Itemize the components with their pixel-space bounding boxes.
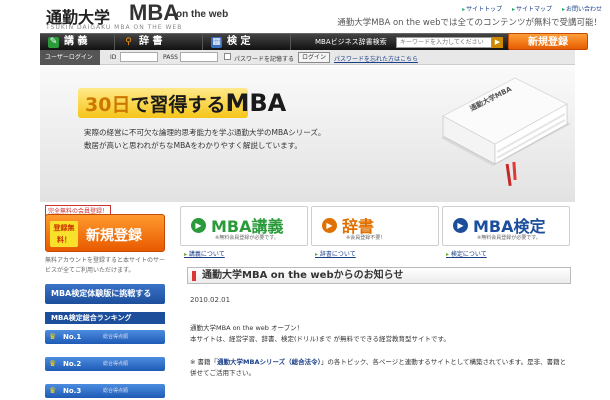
search-go-icon[interactable]: ▶ xyxy=(492,37,503,48)
rank-label: No.2 xyxy=(63,360,82,368)
dictionary-search-input[interactable] xyxy=(396,37,492,48)
nav-item-exam[interactable]: ▦ 検 定 xyxy=(203,34,291,51)
nav-item-label: 辞 書 xyxy=(139,36,163,47)
free-badge: 登録無料！ xyxy=(50,221,78,247)
rank-label: No.3 xyxy=(63,387,82,395)
hero-description: 実際の経営に不可欠な論理的思考能力を学ぶ通勤大学のMBAシリーズ。 敷居が高いと… xyxy=(84,126,325,152)
play-icon: ▶ xyxy=(453,218,468,233)
card-note: ※無料会員登録が必要です。 xyxy=(477,235,541,241)
register-button-top[interactable]: 新規登録 xyxy=(508,33,588,50)
rank-label: No.1 xyxy=(63,333,82,341)
news-book-link[interactable]: 通勤大学MBAシリーズ（総合法令） xyxy=(217,358,321,366)
rank-item-3[interactable]: ♛ No.3 総合得点順 xyxy=(45,384,165,398)
crown-icon: ♛ xyxy=(49,386,57,395)
nav-item-dictionary[interactable]: ⚲ 辞 書 xyxy=(115,34,203,51)
register-note: 無料アカウントを登録すると本サイトのサービスが全てご利用いただけます。 xyxy=(45,257,166,274)
forgot-password-link[interactable]: パスワードを忘れた方はこちら xyxy=(334,54,418,63)
password-input[interactable] xyxy=(180,52,218,62)
crown-icon: ♛ xyxy=(49,332,57,341)
header-catchphrase: 通勤大学MBA on the webでは全てのコンテンツが無料で受講可能！ xyxy=(337,18,602,28)
play-icon: ▶ xyxy=(191,218,206,233)
news-body: 通勤大学MBA on the web オープン！ 本サイトは、経営学習、辞書、検… xyxy=(190,323,570,345)
card-note: ※会員登録不要！ xyxy=(346,235,386,241)
card-link-dictionary[interactable]: 辞書について xyxy=(315,249,356,258)
login-button[interactable]: ログイン xyxy=(298,52,331,63)
register-button-large[interactable]: 登録無料！ 新規登録 xyxy=(45,214,165,252)
remember-label: パスワードを記憶する xyxy=(234,56,295,63)
card-note: ※無料会員登録が必要です。 xyxy=(215,235,279,241)
ranking-title: MBA検定総合ランキング xyxy=(45,312,165,324)
exam-trial-button[interactable]: MBA検定体験版に挑戦する xyxy=(45,284,165,304)
top-links: サイトトップ サイトマップ お問い合わせ xyxy=(454,4,602,13)
hero-title-mid: で習得する xyxy=(130,94,226,116)
news-date: 2010.02.01 xyxy=(190,296,231,304)
top-link-sitemap[interactable]: サイトマップ xyxy=(512,6,552,13)
register-label: 新規登録 xyxy=(86,228,142,244)
magnifier-icon: ⚲ xyxy=(125,37,132,47)
news-foot-prefix: ※ 書籍「 xyxy=(190,358,218,366)
rank-sub: 総合得点順 xyxy=(103,334,129,340)
login-tag: ユーザーログイン xyxy=(40,50,100,65)
nav-item-lecture[interactable]: ✎ 講 義 xyxy=(40,34,115,51)
logo-mba-text: MBA xyxy=(129,0,180,25)
hero-banner: 30日で習得するMBA 実際の経営に不可欠な論理的思考能力を学ぶ通勤大学のMBA… xyxy=(40,66,575,202)
rank-item-1[interactable]: ♛ No.1 総合得点順 xyxy=(45,330,165,344)
card-exam[interactable]: ▶ MBA検定 ※無料会員登録が必要です。 xyxy=(442,206,570,246)
rank-sub: 総合得点順 xyxy=(103,388,129,394)
card-link-lecture[interactable]: 講義について xyxy=(184,249,225,258)
hero-title-days: 30日 xyxy=(85,94,131,116)
remember-checkbox[interactable] xyxy=(224,53,231,60)
crown-icon: ♛ xyxy=(49,359,57,368)
hero-text-line2: 敷居が高いと思われがちなMBAをわかりやすく解説しています。 xyxy=(84,141,302,150)
grid-icon: ▦ xyxy=(211,37,222,48)
id-input[interactable] xyxy=(120,52,158,62)
left-column: 完全無料の会員登録！ 登録無料！ 新規登録 無料アカウントを登録すると本サイトの… xyxy=(40,202,172,400)
main-nav: ✎ 講 義 ⚲ 辞 書 ▦ 検 定 MBAビジネス辞書検索 ▶ 新規登録 xyxy=(40,33,588,51)
site-header: 通勤大学 MBA on the web TSUKIN DAIGAKU MBA O… xyxy=(0,0,610,33)
news-line1: 通勤大学MBA on the web オープン！ xyxy=(190,324,304,332)
news-section: 通勤大学MBA on the webからのお知らせ 2010.02.01 通勤大… xyxy=(182,267,575,400)
pass-label: PASS xyxy=(163,54,178,61)
play-icon: ▶ xyxy=(322,218,337,233)
news-line2: 本サイトは、経営学習、辞書、検定(ドリル)まで が無料でできる経営教育型サイトで… xyxy=(190,335,450,343)
pencil-icon: ✎ xyxy=(48,37,59,48)
top-link-contact[interactable]: お問い合わせ xyxy=(562,6,602,13)
rank-sub: 総合得点順 xyxy=(103,361,129,367)
id-label: ID xyxy=(110,54,117,61)
news-heading: 通勤大学MBA on the webからのお知らせ xyxy=(187,267,571,284)
card-dictionary[interactable]: ▶ 辞書 ※会員登録不要！ xyxy=(311,206,439,246)
hero-title: 30日で習得するMBA xyxy=(85,89,286,117)
dictionary-search-label: MBAビジネス辞書検索 xyxy=(315,38,387,46)
rank-item-2[interactable]: ♛ No.2 総合得点順 xyxy=(45,357,165,371)
nav-item-label: 講 義 xyxy=(64,36,88,47)
news-footnote: ※ 書籍「通勤大学MBAシリーズ（総合法令）」の各トピック、各ページと連動するサ… xyxy=(190,357,570,379)
card-lecture[interactable]: ▶ MBA講義 ※無料会員登録が必要です。 xyxy=(180,206,308,246)
hero-title-mba: MBA xyxy=(225,89,287,117)
nav-item-label: 検 定 xyxy=(227,36,251,47)
hero-text-line1: 実際の経営に不可欠な論理的思考能力を学ぶ通勤大学のMBAシリーズ。 xyxy=(84,128,326,137)
top-link-site-top[interactable]: サイトトップ xyxy=(462,6,502,13)
card-link-exam[interactable]: 検定について xyxy=(446,249,487,258)
site-logo[interactable]: 通勤大学 MBA on the web TSUKIN DAIGAKU MBA O… xyxy=(46,0,246,32)
logo-subtitle: TSUKIN DAIGAKU MBA ON THE WEB xyxy=(46,24,183,31)
login-bar: ユーザーログイン ID PASS パスワードを記憶する ログイン パスワードを忘… xyxy=(40,50,575,65)
page: 通勤大学 MBA on the web TSUKIN DAIGAKU MBA O… xyxy=(0,0,610,400)
logo-web-text: on the web xyxy=(176,9,229,20)
